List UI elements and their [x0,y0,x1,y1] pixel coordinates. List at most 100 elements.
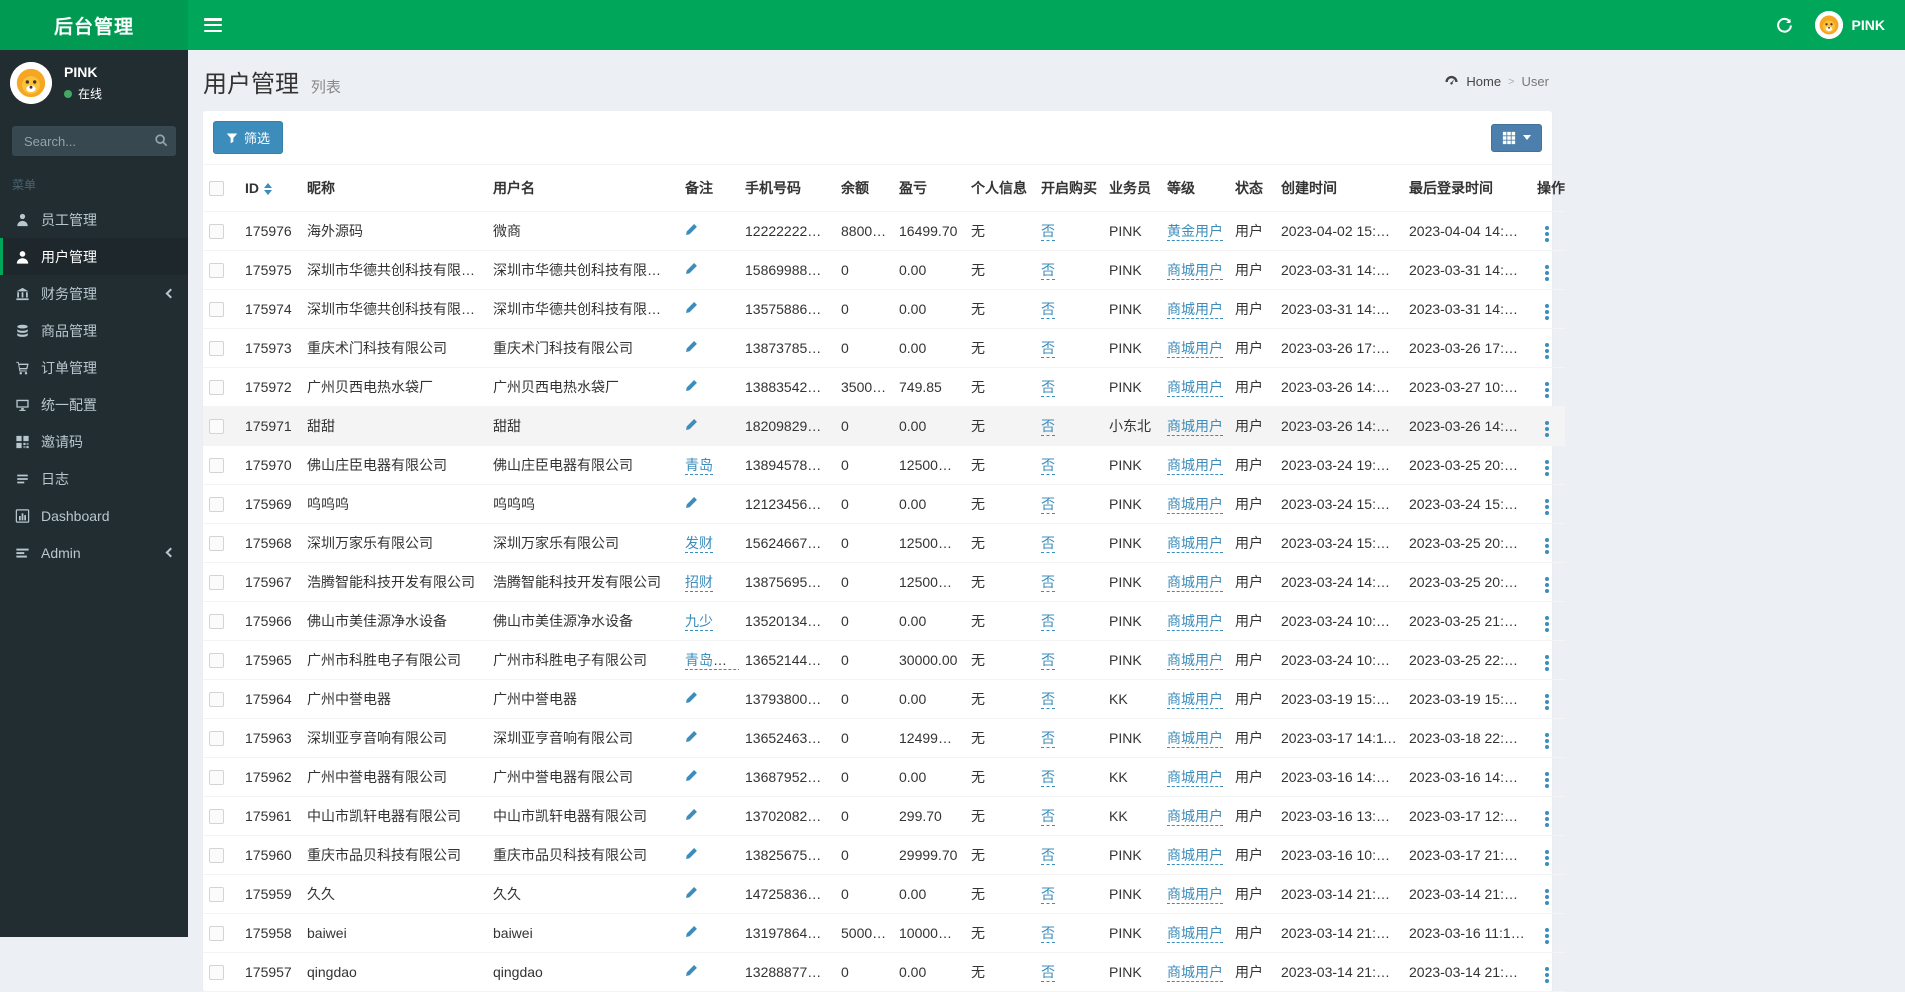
sidebar-item-finance[interactable]: 财务管理 [0,275,188,312]
user-status[interactable]: 在线 [64,85,102,102]
row-checkbox[interactable] [209,653,224,668]
row-actions-button[interactable] [1545,232,1549,236]
row-checkbox[interactable] [209,887,224,902]
sidebar-item-staff[interactable]: 员工管理 [0,201,188,238]
row-checkbox[interactable] [209,536,224,551]
level-link[interactable]: 商城用户 [1167,340,1223,358]
buy-toggle-link[interactable]: 否 [1041,652,1055,670]
buy-toggle-link[interactable]: 否 [1041,964,1055,982]
row-checkbox[interactable] [209,965,224,980]
level-link[interactable]: 商城用户 [1167,262,1223,280]
row-actions-button[interactable] [1545,661,1549,665]
edit-remark-icon[interactable] [685,223,698,236]
remark-link[interactable]: 招财 [685,574,713,592]
buy-toggle-link[interactable]: 否 [1041,808,1055,826]
level-link[interactable]: 商城用户 [1167,847,1223,865]
level-link[interactable]: 黄金用户 [1167,223,1223,241]
row-checkbox[interactable] [209,809,224,824]
row-actions-button[interactable] [1545,622,1549,626]
row-actions-button[interactable] [1545,817,1549,821]
row-actions-button[interactable] [1545,271,1549,275]
row-actions-button[interactable] [1545,973,1549,977]
row-checkbox[interactable] [209,770,224,785]
level-link[interactable]: 商城用户 [1167,691,1223,709]
sidebar-item-dashboard[interactable]: Dashboard [0,497,188,534]
sidebar-toggle-button[interactable] [204,18,222,32]
row-actions-button[interactable] [1545,739,1549,743]
row-checkbox[interactable] [209,302,224,317]
level-link[interactable]: 商城用户 [1167,925,1223,943]
row-actions-button[interactable] [1545,388,1549,392]
row-checkbox[interactable] [209,458,224,473]
user-menu[interactable]: PINK [1815,11,1885,39]
row-checkbox[interactable] [209,224,224,239]
row-checkbox[interactable] [209,380,224,395]
columns-dropdown-button[interactable] [1491,124,1542,152]
row-actions-button[interactable] [1545,583,1549,587]
edit-remark-icon[interactable] [685,925,698,938]
buy-toggle-link[interactable]: 否 [1041,262,1055,280]
row-checkbox[interactable] [209,341,224,356]
edit-remark-icon[interactable] [685,769,698,782]
level-link[interactable]: 商城用户 [1167,457,1223,475]
level-link[interactable]: 商城用户 [1167,418,1223,436]
level-link[interactable]: 商城用户 [1167,379,1223,397]
buy-toggle-link[interactable]: 否 [1041,730,1055,748]
row-checkbox[interactable] [209,263,224,278]
buy-toggle-link[interactable]: 否 [1041,340,1055,358]
buy-toggle-link[interactable]: 否 [1041,535,1055,553]
row-actions-button[interactable] [1545,310,1549,314]
row-actions-button[interactable] [1545,700,1549,704]
level-link[interactable]: 商城用户 [1167,574,1223,592]
row-checkbox[interactable] [209,731,224,746]
edit-remark-icon[interactable] [685,301,698,314]
sidebar-item-products[interactable]: 商品管理 [0,312,188,349]
level-link[interactable]: 商城用户 [1167,301,1223,319]
edit-remark-icon[interactable] [685,340,698,353]
row-checkbox[interactable] [209,614,224,629]
row-checkbox[interactable] [209,926,224,941]
level-link[interactable]: 商城用户 [1167,769,1223,787]
edit-remark-icon[interactable] [685,847,698,860]
row-actions-button[interactable] [1545,856,1549,860]
brand-logo[interactable]: 后台管理 [0,0,188,50]
buy-toggle-link[interactable]: 否 [1041,496,1055,514]
buy-toggle-link[interactable]: 否 [1041,886,1055,904]
edit-remark-icon[interactable] [685,691,698,704]
remark-link[interactable]: 青岛 [685,457,713,475]
sidebar-item-orders[interactable]: 订单管理 [0,349,188,386]
buy-toggle-link[interactable]: 否 [1041,847,1055,865]
filter-button[interactable]: 筛选 [213,121,283,154]
edit-remark-icon[interactable] [685,262,698,275]
buy-toggle-link[interactable]: 否 [1041,925,1055,943]
column-header-id[interactable]: ID [239,165,301,212]
refresh-icon[interactable] [1776,17,1793,34]
sidebar-item-users[interactable]: 用户管理 [0,238,188,275]
sidebar-item-logs[interactable]: 日志 [0,460,188,497]
row-checkbox[interactable] [209,575,224,590]
edit-remark-icon[interactable] [685,730,698,743]
level-link[interactable]: 商城用户 [1167,613,1223,631]
search-input[interactable] [12,126,176,156]
row-actions-button[interactable] [1545,466,1549,470]
edit-remark-icon[interactable] [685,886,698,899]
buy-toggle-link[interactable]: 否 [1041,574,1055,592]
search-icon[interactable] [154,133,168,150]
edit-remark-icon[interactable] [685,418,698,431]
sidebar-item-invite-codes[interactable]: 邀请码 [0,423,188,460]
edit-remark-icon[interactable] [685,379,698,392]
buy-toggle-link[interactable]: 否 [1041,223,1055,241]
row-checkbox[interactable] [209,692,224,707]
sidebar-item-admin[interactable]: Admin [0,534,188,571]
row-checkbox[interactable] [209,848,224,863]
level-link[interactable]: 商城用户 [1167,535,1223,553]
row-actions-button[interactable] [1545,505,1549,509]
breadcrumb-home[interactable]: Home [1466,74,1501,89]
level-link[interactable]: 商城用户 [1167,886,1223,904]
buy-toggle-link[interactable]: 否 [1041,691,1055,709]
buy-toggle-link[interactable]: 否 [1041,418,1055,436]
row-checkbox[interactable] [209,497,224,512]
edit-remark-icon[interactable] [685,808,698,821]
level-link[interactable]: 商城用户 [1167,808,1223,826]
row-checkbox[interactable] [209,419,224,434]
